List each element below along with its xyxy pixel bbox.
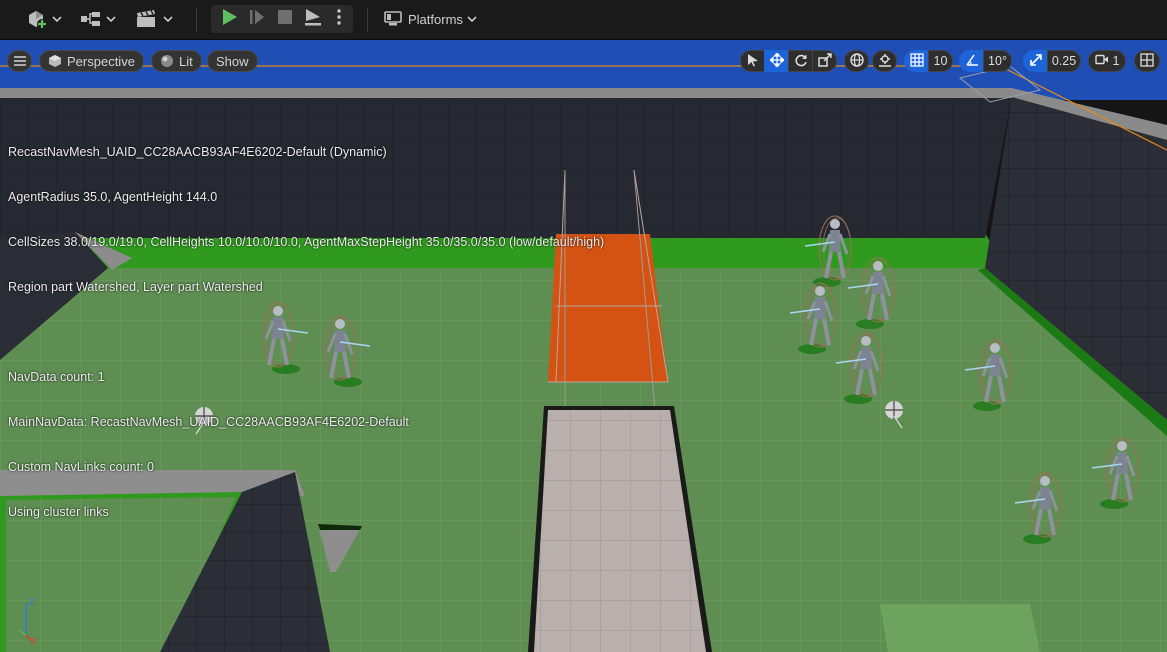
play-options-button[interactable] — [327, 5, 351, 33]
cube-icon — [48, 54, 62, 68]
view-mode-label: Perspective — [67, 53, 135, 69]
eject-icon — [303, 7, 323, 32]
add-actor-icon — [26, 9, 48, 29]
chevron-down-icon — [163, 15, 173, 23]
hamburger-icon — [13, 54, 26, 69]
surface-snap-icon — [878, 53, 892, 70]
axis-z-label: z — [29, 596, 35, 608]
debug-line: Custom NavLinks count: 0 — [8, 460, 154, 474]
lit-sphere-icon — [160, 54, 174, 68]
scale-icon — [817, 52, 832, 70]
advance-frame-button[interactable] — [243, 5, 271, 33]
add-actor-button[interactable] — [26, 6, 62, 32]
cursor-icon — [747, 53, 759, 70]
debug-line: Region part Watershed, Layer part Waters… — [8, 280, 263, 294]
scale-mode-button[interactable] — [812, 50, 837, 72]
debug-line: MainNavData: RecastNavMesh_UAID_CC28AACB… — [8, 415, 409, 429]
axis-x-label: x — [31, 635, 37, 645]
move-arrows-icon — [768, 51, 785, 70]
stop-button[interactable] — [271, 5, 299, 33]
navmesh-debug-overlay: RecastNavMesh_UAID_CC28AACB93AF4E6202-De… — [8, 115, 604, 550]
debug-line: AgentRadius 35.0, AgentHeight 144.0 — [8, 190, 218, 204]
debug-line: NavData count: 1 — [8, 370, 105, 384]
play-icon — [220, 8, 238, 31]
debug-line: RecastNavMesh_UAID_CC28AACB93AF4E6202-De… — [8, 145, 387, 159]
rotate-icon — [794, 53, 808, 70]
viewport-menu-button[interactable] — [7, 50, 32, 72]
view-mode-button[interactable]: Perspective — [39, 50, 144, 72]
rotate-mode-button[interactable] — [788, 50, 813, 72]
grid-snap-value[interactable]: 10 — [928, 50, 953, 72]
main-toolbar: Platforms — [0, 0, 1167, 40]
scale-snap-toggle[interactable] — [1023, 50, 1048, 72]
chevron-down-icon — [467, 15, 477, 23]
layout-button[interactable] — [1134, 50, 1160, 72]
viewport-layout-icon — [1140, 52, 1154, 70]
lit-label: Lit — [179, 53, 193, 69]
camera-speed-value: 1 — [1112, 54, 1120, 68]
more-options-icon — [336, 8, 342, 31]
axis-gizmo: z x — [19, 596, 37, 645]
lit-mode-button[interactable]: Lit — [151, 50, 202, 72]
cinematics-icon — [135, 9, 159, 29]
debug-line: CellSizes 38.0/19.0/19.0, CellHeights 10… — [8, 235, 605, 249]
play-button[interactable] — [215, 5, 243, 33]
grid-snap-toggle[interactable] — [904, 50, 929, 72]
grid-icon — [909, 52, 924, 70]
world-local-toggle[interactable] — [844, 50, 869, 72]
cinematics-button[interactable] — [135, 6, 173, 32]
surface-snapping-button[interactable] — [872, 50, 897, 72]
debug-line — [8, 325, 604, 340]
blueprint-icon — [80, 9, 102, 29]
chevron-down-icon — [106, 15, 116, 23]
play-controls — [211, 5, 353, 33]
globe-icon — [849, 52, 864, 70]
chevron-down-icon — [52, 15, 62, 23]
platforms-label: Platforms — [408, 11, 463, 27]
rotation-snap-toggle[interactable] — [959, 50, 984, 72]
platforms-menu[interactable]: Platforms — [384, 6, 477, 32]
stop-icon — [277, 9, 293, 30]
rotation-snap-value[interactable]: 10° — [983, 50, 1012, 72]
advance-frame-icon — [248, 8, 266, 31]
show-label: Show — [216, 53, 249, 69]
scale-snap-value[interactable]: 0.25 — [1047, 50, 1081, 72]
angle-icon — [965, 53, 979, 70]
level-viewport[interactable]: Perspective Lit Show 10 10° 0.25 1 Recas… — [0, 40, 1167, 652]
platforms-icon — [384, 11, 402, 27]
select-mode-button[interactable] — [740, 50, 765, 72]
translate-mode-button[interactable] — [764, 50, 789, 72]
blueprint-button[interactable] — [80, 6, 116, 32]
eject-button[interactable] — [299, 5, 327, 33]
show-menu-button[interactable]: Show — [207, 50, 258, 72]
camera-icon — [1094, 54, 1109, 68]
debug-line: Using cluster links — [8, 505, 109, 519]
toolbar-separator — [367, 8, 368, 32]
scale-snap-icon — [1029, 53, 1043, 70]
camera-speed-button[interactable]: 1 — [1088, 50, 1126, 72]
toolbar-separator — [196, 8, 197, 32]
